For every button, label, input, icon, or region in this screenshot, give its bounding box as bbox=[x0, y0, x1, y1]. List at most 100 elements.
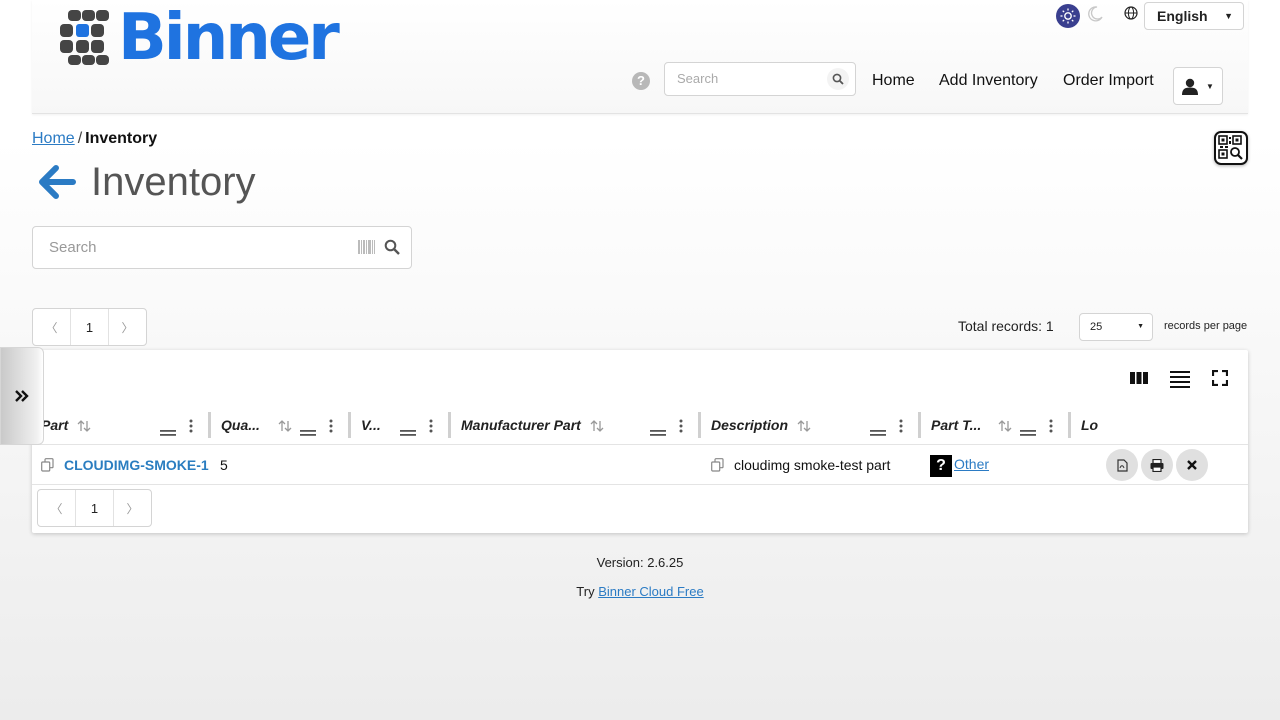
user-icon bbox=[1182, 78, 1199, 95]
column-resizer[interactable] bbox=[208, 412, 211, 438]
user-menu-button[interactable]: ▼ bbox=[1173, 67, 1223, 105]
cell-description[interactable]: cloudimg smoke-test part bbox=[734, 457, 890, 473]
sort-icon[interactable] bbox=[797, 419, 811, 438]
drag-handle-icon[interactable] bbox=[300, 423, 316, 441]
header-bar: Binner English ▼ ? Home Add Inventory Or… bbox=[32, 0, 1248, 114]
total-records: Total records: 1 bbox=[958, 318, 1054, 334]
inventory-search-input[interactable] bbox=[49, 239, 349, 256]
fullscreen-icon[interactable] bbox=[1211, 369, 1229, 391]
nav-add-inventory[interactable]: Add Inventory bbox=[939, 72, 1038, 90]
cloud-promo: Try Binner Cloud Free bbox=[0, 584, 1280, 599]
column-header-part-type[interactable]: Part T... bbox=[931, 414, 981, 436]
pdf-icon bbox=[1116, 458, 1128, 472]
inventory-search[interactable] bbox=[32, 226, 412, 269]
column-menu-icon[interactable] bbox=[899, 419, 903, 438]
drag-handle-icon[interactable] bbox=[870, 423, 886, 441]
pagination-bottom: 〈 1 〉 bbox=[37, 489, 152, 527]
pagination-top: 〈 1 〉 bbox=[32, 308, 147, 346]
column-header-manufacturer-part[interactable]: Manufacturer Part bbox=[461, 414, 581, 436]
copy-icon[interactable] bbox=[41, 458, 54, 477]
density-icon[interactable] bbox=[1170, 370, 1190, 395]
column-header-value[interactable]: V... bbox=[361, 414, 381, 436]
column-menu-icon[interactable] bbox=[1049, 419, 1053, 438]
moon-icon[interactable] bbox=[1086, 5, 1104, 28]
column-resizer[interactable] bbox=[918, 412, 921, 438]
pagination-next[interactable]: 〉 bbox=[113, 490, 151, 526]
cloud-promo-prefix: Try bbox=[576, 584, 595, 599]
sidebar-expand-button[interactable] bbox=[0, 347, 44, 445]
theme-toggle[interactable] bbox=[1056, 4, 1104, 28]
header-divider bbox=[32, 444, 1248, 445]
column-menu-icon[interactable] bbox=[189, 419, 193, 438]
column-resizer[interactable] bbox=[1068, 412, 1071, 438]
page-title: Inventory bbox=[91, 160, 256, 204]
logo[interactable]: Binner bbox=[60, 1, 340, 75]
inventory-table bbox=[32, 350, 1248, 533]
logo-text: Binner bbox=[118, 1, 340, 75]
cell-quantity[interactable]: 5 bbox=[220, 457, 228, 473]
column-header-part[interactable]: Part bbox=[41, 414, 68, 436]
column-resizer[interactable] bbox=[448, 412, 451, 438]
print-icon bbox=[1150, 458, 1164, 472]
language-select[interactable]: English ▼ bbox=[1144, 2, 1244, 30]
version-label: Version: 2.6.25 bbox=[596, 555, 684, 570]
logo-grid-icon bbox=[60, 10, 109, 65]
sort-icon[interactable] bbox=[278, 419, 292, 438]
pagination-next[interactable]: 〉 bbox=[108, 309, 146, 345]
sun-icon[interactable] bbox=[1056, 4, 1080, 28]
language-value: English bbox=[1157, 8, 1208, 24]
question-circle-icon[interactable]: ? bbox=[632, 72, 650, 90]
column-header-quantity[interactable]: Qua... bbox=[221, 414, 260, 436]
drag-handle-icon[interactable] bbox=[1020, 423, 1036, 441]
search-icon[interactable] bbox=[384, 239, 400, 260]
drag-handle-icon[interactable] bbox=[160, 423, 176, 441]
part-type-icon: ? bbox=[930, 455, 952, 477]
qr-scan-button[interactable] bbox=[1214, 131, 1248, 165]
sort-icon[interactable] bbox=[77, 419, 91, 438]
header-search-input[interactable] bbox=[677, 71, 817, 86]
column-menu-icon[interactable] bbox=[679, 419, 683, 438]
caret-down-icon: ▼ bbox=[1137, 323, 1144, 330]
columns-icon[interactable] bbox=[1130, 370, 1148, 391]
qr-scan-icon bbox=[1218, 135, 1243, 160]
part-type-link[interactable]: Other bbox=[954, 456, 989, 472]
column-menu-icon[interactable] bbox=[429, 419, 433, 438]
breadcrumb-current: Inventory bbox=[85, 130, 158, 147]
column-header-location[interactable]: Lo bbox=[1081, 414, 1098, 436]
nav-order-import[interactable]: Order Import bbox=[1063, 72, 1154, 90]
breadcrumb-separator: / bbox=[77, 130, 83, 147]
delete-button[interactable] bbox=[1176, 449, 1208, 481]
drag-handle-icon[interactable] bbox=[650, 423, 666, 441]
arrow-left-icon bbox=[39, 165, 76, 199]
records-per-page-select[interactable]: 25 ▼ bbox=[1079, 313, 1153, 341]
globe-icon bbox=[1124, 6, 1138, 25]
pagination-prev[interactable]: 〈 bbox=[38, 490, 75, 526]
double-chevron-right-icon bbox=[15, 390, 29, 402]
back-button[interactable] bbox=[36, 164, 76, 205]
copy-icon[interactable] bbox=[711, 458, 724, 477]
header-fade bbox=[1100, 410, 1248, 442]
column-resizer[interactable] bbox=[348, 412, 351, 438]
column-header-description[interactable]: Description bbox=[711, 414, 788, 436]
row-divider bbox=[32, 484, 1248, 485]
header-search[interactable] bbox=[664, 62, 856, 96]
search-icon[interactable] bbox=[827, 68, 849, 90]
part-number-link[interactable]: CLOUDIMG-SMOKE-1 bbox=[64, 457, 209, 473]
pagination-page[interactable]: 1 bbox=[75, 490, 113, 526]
pagination-page[interactable]: 1 bbox=[70, 309, 108, 345]
breadcrumb-home[interactable]: Home bbox=[32, 130, 75, 147]
sort-icon[interactable] bbox=[590, 419, 604, 438]
nav-home[interactable]: Home bbox=[872, 72, 915, 90]
caret-down-icon: ▼ bbox=[1224, 11, 1233, 21]
barcode-icon[interactable] bbox=[358, 240, 375, 259]
breadcrumb: Home / Inventory bbox=[32, 130, 157, 148]
cloud-promo-link[interactable]: Binner Cloud Free bbox=[598, 584, 704, 599]
column-menu-icon[interactable] bbox=[329, 419, 333, 438]
pagination-prev[interactable]: 〈 bbox=[33, 309, 70, 345]
print-button[interactable] bbox=[1141, 449, 1173, 481]
column-resizer[interactable] bbox=[698, 412, 701, 438]
drag-handle-icon[interactable] bbox=[400, 423, 416, 441]
datasheet-button[interactable] bbox=[1106, 449, 1138, 481]
records-per-page-value: 25 bbox=[1090, 321, 1103, 333]
sort-icon[interactable] bbox=[998, 419, 1012, 438]
